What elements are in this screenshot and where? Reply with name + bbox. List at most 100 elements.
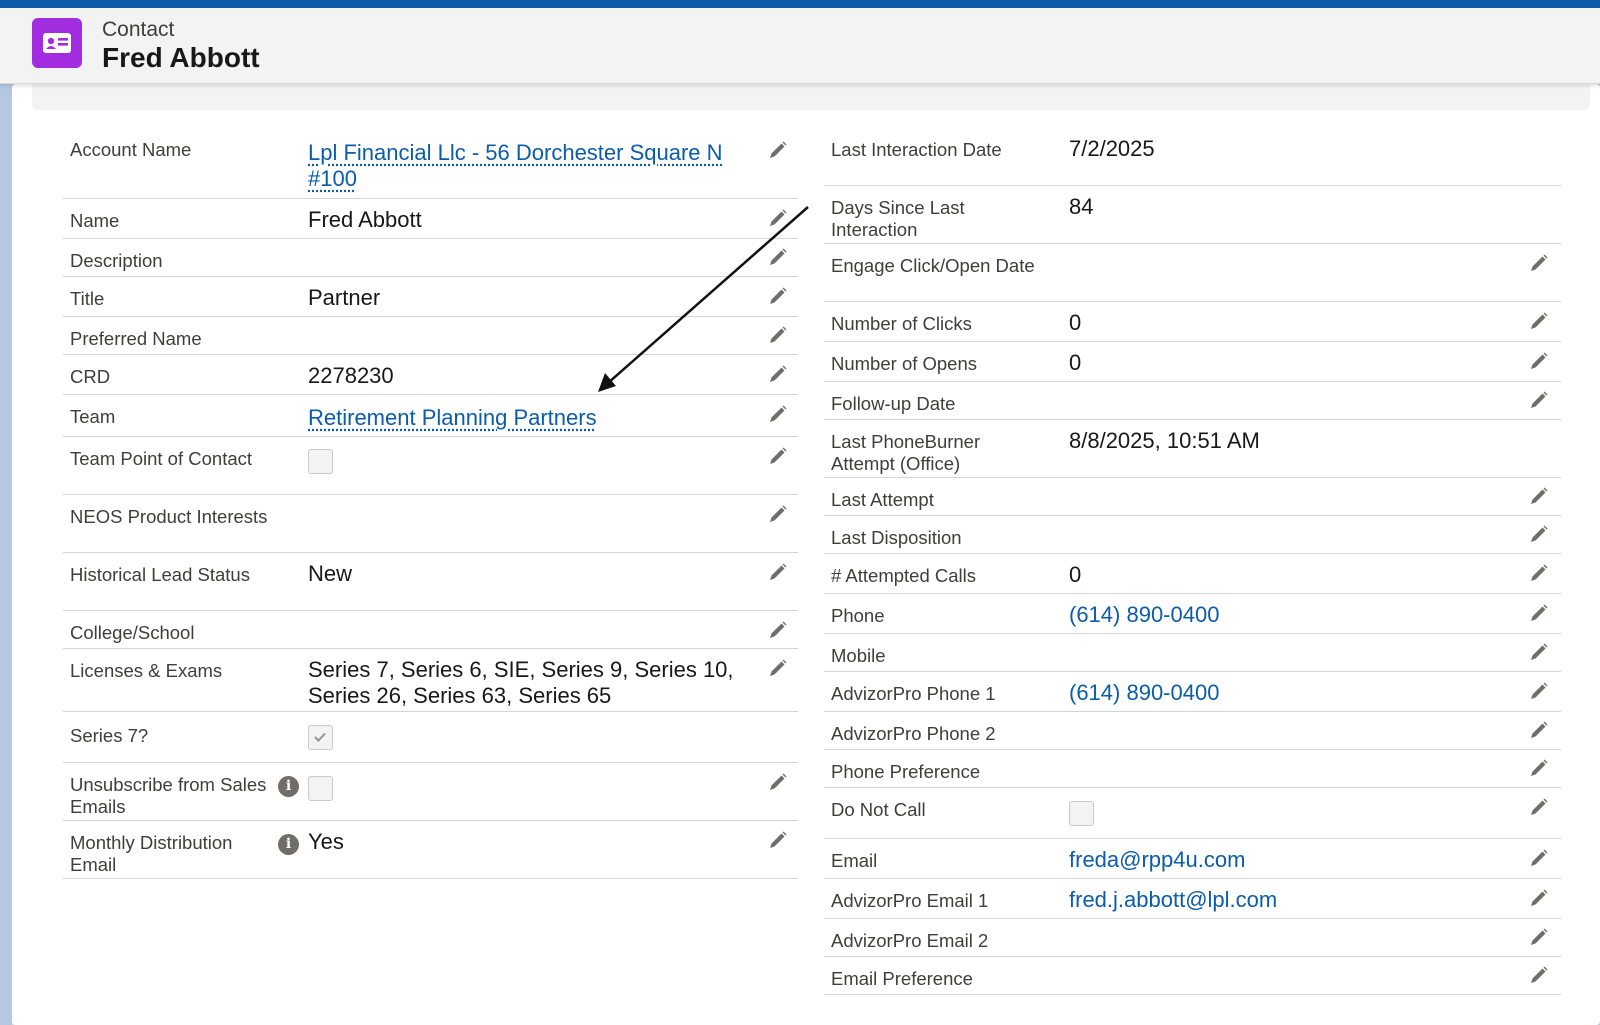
pencil-icon[interactable] — [1527, 390, 1549, 412]
pencil-icon[interactable] — [766, 404, 788, 426]
field-row-college-school: College/School — [63, 611, 798, 649]
field-row-description: Description — [63, 239, 798, 277]
field-label: College/School — [70, 622, 195, 643]
field-label: Phone Preference — [831, 761, 981, 782]
field-label: Number of Opens — [831, 353, 978, 374]
team-link[interactable]: Retirement Planning Partners — [308, 405, 748, 431]
field-value: 0 — [1069, 350, 1082, 375]
field-row-phone-preference: Phone Preference — [824, 750, 1561, 788]
advizorpro-phone-1-link[interactable]: (614) 890-0400 — [1069, 680, 1489, 706]
field-label: Last Attempt — [831, 489, 934, 510]
do-not-call-checkbox[interactable] — [1069, 801, 1094, 826]
field-row-account-name: Account Name Lpl Financial Llc - 56 Dorc… — [63, 128, 798, 199]
pencil-icon[interactable] — [1527, 563, 1549, 585]
field-label: Mobile — [831, 645, 886, 666]
phone-link[interactable]: (614) 890-0400 — [1069, 602, 1489, 628]
pencil-icon[interactable] — [1527, 888, 1549, 910]
field-label: Last Disposition — [831, 527, 962, 548]
pencil-icon[interactable] — [1527, 965, 1549, 987]
pencil-icon[interactable] — [766, 247, 788, 269]
field-label: Last Interaction Date — [831, 139, 1002, 160]
pencil-icon[interactable] — [766, 364, 788, 386]
field-label: Name — [70, 210, 120, 231]
field-label: Team — [70, 406, 116, 427]
pencil-icon[interactable] — [1527, 681, 1549, 703]
advizorpro-email-1-link[interactable]: fred.j.abbott@lpl.com — [1069, 887, 1489, 913]
pencil-icon[interactable] — [766, 286, 788, 308]
field-row-days-since-last-interaction: Days Since Last Interaction 84 — [824, 186, 1561, 244]
pencil-icon[interactable] — [1527, 486, 1549, 508]
check-icon — [314, 732, 326, 742]
pencil-icon[interactable] — [766, 830, 788, 852]
team-point-of-contact-checkbox[interactable] — [308, 449, 333, 474]
field-row-series-7: Series 7? — [63, 712, 798, 763]
pencil-icon[interactable] — [1527, 524, 1549, 546]
pencil-icon[interactable] — [1527, 848, 1549, 870]
field-label: Last PhoneBurner Attempt (Office) — [831, 431, 981, 474]
info-icon[interactable]: i — [278, 776, 299, 797]
field-row-do-not-call: Do Not Call — [824, 788, 1561, 839]
pencil-icon[interactable] — [1527, 351, 1549, 373]
pencil-icon[interactable] — [1527, 720, 1549, 742]
pencil-icon[interactable] — [766, 140, 788, 162]
field-row-last-disposition: Last Disposition — [824, 516, 1561, 554]
account-name-link[interactable]: Lpl Financial Llc - 56 Dorchester Square… — [308, 140, 748, 192]
field-row-title: Title Partner — [63, 277, 798, 317]
pencil-icon[interactable] — [766, 620, 788, 642]
field-value: New — [308, 561, 353, 586]
field-label: Preferred Name — [70, 328, 202, 349]
field-value: Yes — [308, 829, 344, 854]
field-label: AdvizorPro Email 2 — [831, 930, 989, 951]
pencil-icon[interactable] — [766, 325, 788, 347]
pencil-icon[interactable] — [1527, 603, 1549, 625]
pencil-icon[interactable] — [766, 504, 788, 526]
field-label: Phone — [831, 605, 885, 626]
card-top-strip — [32, 84, 1590, 110]
top-accent-bar — [0, 0, 1600, 8]
field-value: 84 — [1069, 194, 1094, 219]
field-row-last-attempt: Last Attempt — [824, 478, 1561, 516]
field-label: Number of Clicks — [831, 313, 972, 334]
field-label: Team Point of Contact — [70, 448, 253, 469]
field-label: # Attempted Calls — [831, 565, 976, 586]
field-row-historical-lead-status: Historical Lead Status New — [63, 553, 798, 611]
email-link[interactable]: freda@rpp4u.com — [1069, 847, 1489, 873]
field-row-follow-up-date: Follow-up Date — [824, 382, 1561, 420]
field-label: NEOS Product Interests — [70, 506, 268, 527]
object-type-label: Contact — [102, 18, 175, 41]
field-label: Historical Lead Status — [70, 564, 250, 585]
pencil-icon[interactable] — [766, 562, 788, 584]
pencil-icon[interactable] — [1527, 311, 1549, 333]
field-label: Days Since Last Interaction — [831, 197, 965, 240]
pencil-icon[interactable] — [766, 446, 788, 468]
field-value: 0 — [1069, 562, 1082, 587]
info-icon[interactable]: i — [278, 834, 299, 855]
record-header: Contact Fred Abbott — [0, 8, 1600, 84]
field-label: Engage Click/Open Date — [831, 255, 1035, 276]
field-label: CRD — [70, 366, 111, 387]
pencil-icon[interactable] — [1527, 927, 1549, 949]
field-row-advizorpro-phone-1: AdvizorPro Phone 1 (614) 890-0400 — [824, 672, 1561, 712]
field-row-licenses-exams: Licenses & Exams Series 7, Series 6, SIE… — [63, 649, 798, 712]
contact-card-icon — [32, 18, 82, 68]
pencil-icon[interactable] — [766, 658, 788, 680]
unsubscribe-checkbox[interactable] — [308, 776, 333, 801]
field-row-advizorpro-email-1: AdvizorPro Email 1 fred.j.abbott@lpl.com — [824, 879, 1561, 919]
field-label: Follow-up Date — [831, 393, 956, 414]
pencil-icon[interactable] — [1527, 642, 1549, 664]
field-row-mobile: Mobile — [824, 634, 1561, 672]
field-label: Description — [70, 250, 163, 271]
pencil-icon[interactable] — [1527, 797, 1549, 819]
field-label: Monthly Distribution Email — [70, 832, 233, 875]
pencil-icon[interactable] — [1527, 758, 1549, 780]
field-value: 8/8/2025, 10:51 AM — [1069, 428, 1260, 453]
field-label: AdvizorPro Email 1 — [831, 890, 989, 911]
pencil-icon[interactable] — [766, 772, 788, 794]
field-row-attempted-calls: # Attempted Calls 0 — [824, 554, 1561, 594]
field-label: Email — [831, 850, 878, 871]
field-label: Licenses & Exams — [70, 660, 223, 681]
field-row-team-point-of-contact: Team Point of Contact — [63, 437, 798, 495]
field-label: Account Name — [70, 139, 192, 160]
pencil-icon[interactable] — [1527, 253, 1549, 275]
pencil-icon[interactable] — [766, 208, 788, 230]
